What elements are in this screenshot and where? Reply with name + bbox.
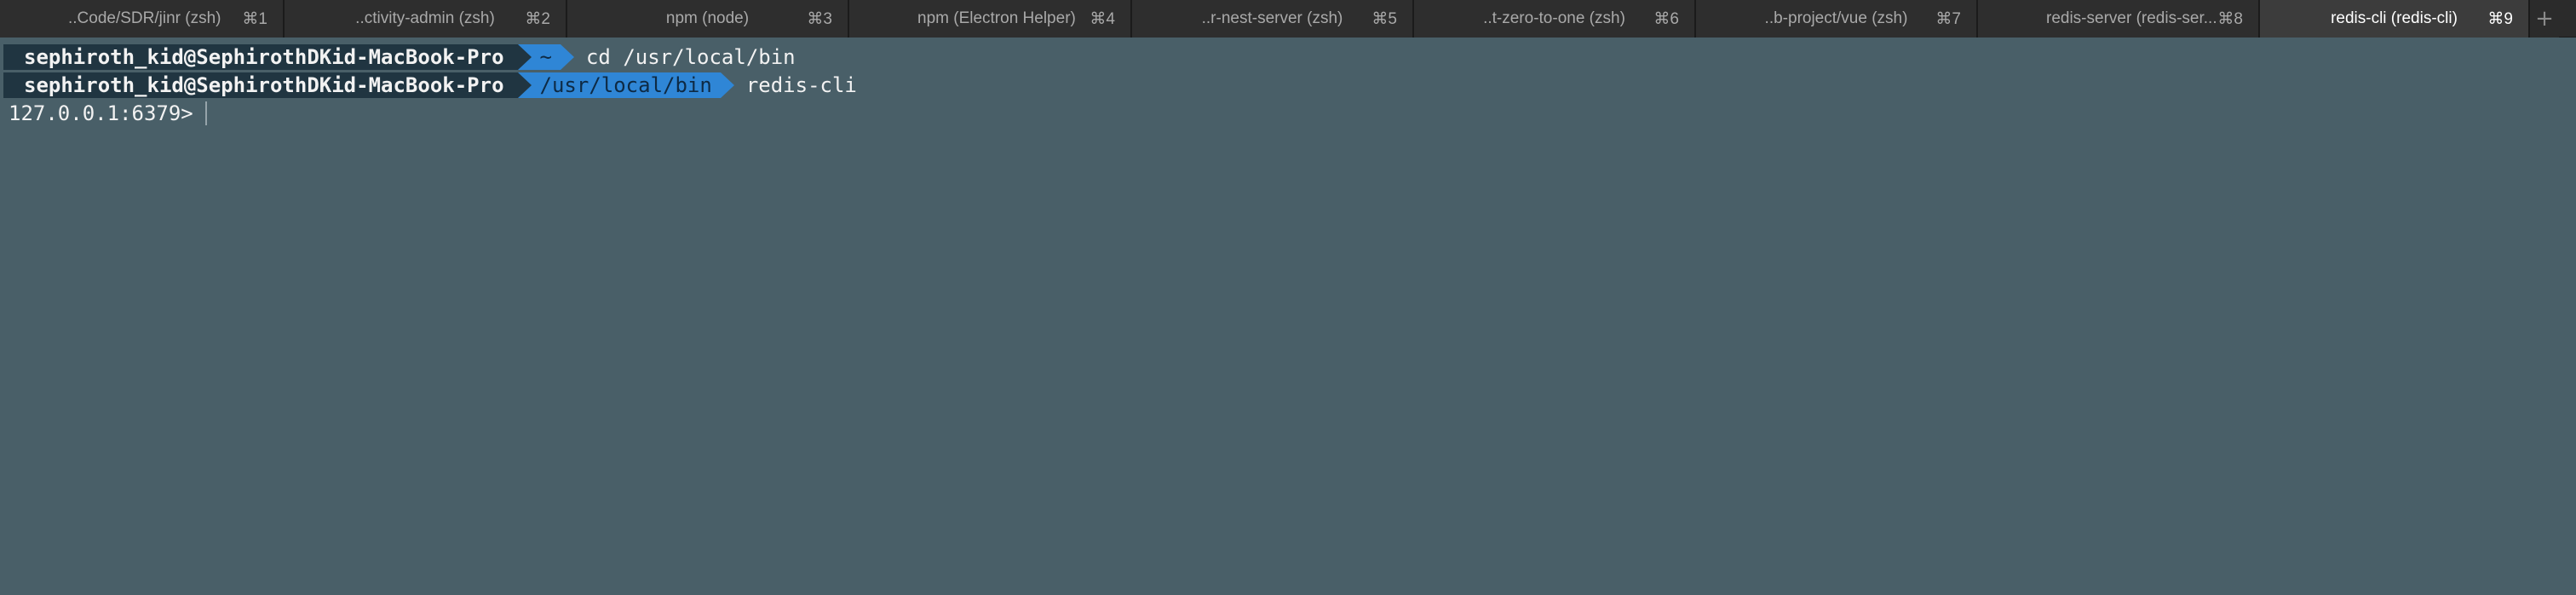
tab-shortcut: ⌘1 xyxy=(242,9,267,28)
tab-bar: ..Code/SDR/jinr (zsh) ⌘1 ..ctivity-admin… xyxy=(0,0,2576,38)
tab-shortcut: ⌘2 xyxy=(525,9,550,28)
prompt-user-segment: sephiroth_kid@SephirothDKid-MacBook-Pro xyxy=(3,43,518,70)
tab-title: ..Code/SDR/jinr (zsh) xyxy=(68,9,221,27)
tab-9-active[interactable]: redis-cli (redis-cli) ⌘9 xyxy=(2260,0,2530,38)
tab-6[interactable]: ..t-zero-to-one (zsh) ⌘6 xyxy=(1414,0,1696,38)
prompt-user-segment: sephiroth_kid@SephirothDKid-MacBook-Pro xyxy=(3,72,518,98)
prompt-directory-segment: ~ xyxy=(517,43,575,70)
tab-8[interactable]: redis-server (redis-ser... ⌘8 xyxy=(1978,0,2260,38)
tab-1[interactable]: ..Code/SDR/jinr (zsh) ⌘1 xyxy=(0,0,285,38)
terminal-window: ..Code/SDR/jinr (zsh) ⌘1 ..ctivity-admin… xyxy=(0,0,2576,595)
tab-title: ..r-nest-server (zsh) xyxy=(1201,9,1343,27)
tab-2[interactable]: ..ctivity-admin (zsh) ⌘2 xyxy=(285,0,567,38)
tab-shortcut: ⌘8 xyxy=(2217,9,2243,28)
tab-title: ..t-zero-to-one (zsh) xyxy=(1483,9,1625,27)
new-tab-plus-icon[interactable]: + xyxy=(2530,0,2559,38)
tab-shortcut: ⌘7 xyxy=(1935,9,1961,28)
terminal-line: sephiroth_kid@SephirothDKid-MacBook-Pro … xyxy=(0,43,2576,71)
prompt-directory-segment: /usr/local/bin xyxy=(517,72,735,98)
tab-shortcut: ⌘6 xyxy=(1653,9,1679,28)
tab-shortcut: ⌘3 xyxy=(807,9,832,28)
tab-title: ..b-project/vue (zsh) xyxy=(1764,9,1908,27)
redis-prompt-line[interactable]: 127.0.0.1:6379> xyxy=(0,99,2576,127)
command-text: redis-cli xyxy=(745,72,857,97)
tab-7[interactable]: ..b-project/vue (zsh) ⌘7 xyxy=(1696,0,1978,38)
tab-shortcut: ⌘5 xyxy=(1371,9,1397,28)
tab-3[interactable]: npm (node) ⌘3 xyxy=(567,0,849,38)
tab-5[interactable]: ..r-nest-server (zsh) ⌘5 xyxy=(1132,0,1414,38)
terminal-output[interactable]: sephiroth_kid@SephirothDKid-MacBook-Pro … xyxy=(0,38,2576,595)
terminal-line: sephiroth_kid@SephirothDKid-MacBook-Pro … xyxy=(0,71,2576,99)
tab-shortcut: ⌘4 xyxy=(1090,9,1115,28)
redis-prompt: 127.0.0.1:6379> xyxy=(9,101,193,125)
command-text: cd /usr/local/bin xyxy=(585,44,796,69)
tab-title: redis-server (redis-ser... xyxy=(2046,9,2217,27)
tab-title: npm (node) xyxy=(665,9,750,27)
tab-title: ..ctivity-admin (zsh) xyxy=(355,9,495,27)
tab-4[interactable]: npm (Electron Helper) ⌘4 xyxy=(849,0,1132,38)
tab-shortcut: ⌘9 xyxy=(2487,9,2513,28)
text-cursor xyxy=(204,101,207,125)
tab-title: npm (Electron Helper) xyxy=(917,9,1076,27)
